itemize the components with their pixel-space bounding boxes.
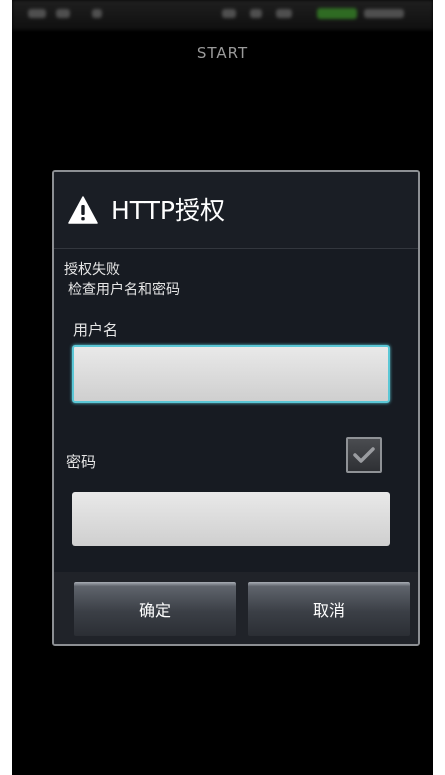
dialog-title: HTTP授权 bbox=[111, 196, 225, 225]
button-bar: 确定 取消 bbox=[54, 572, 418, 644]
username-input[interactable] bbox=[72, 345, 390, 403]
error-message: 授权失败 bbox=[64, 262, 120, 278]
error-hint: 检查用户名和密码 bbox=[68, 282, 180, 298]
show-password-checkbox[interactable] bbox=[346, 437, 382, 473]
status-bar bbox=[12, 0, 433, 30]
warning-icon bbox=[68, 196, 98, 224]
cancel-button[interactable]: 取消 bbox=[248, 582, 410, 636]
password-label: 密码 bbox=[66, 453, 97, 471]
app-title: START bbox=[196, 44, 249, 62]
checkmark-icon bbox=[353, 447, 375, 463]
username-label: 用户名 bbox=[73, 321, 119, 339]
http-auth-dialog: HTTP授权 授权失败 检查用户名和密码 用户名 密码 确定 取消 bbox=[52, 170, 420, 646]
ok-button[interactable]: 确定 bbox=[74, 582, 236, 636]
phone-screen: START HTTP授权 授权失败 检查用户名和密码 用户名 密码 确定 取消 bbox=[12, 0, 433, 775]
dialog-header: HTTP授权 bbox=[54, 172, 418, 249]
password-input[interactable] bbox=[72, 492, 390, 546]
